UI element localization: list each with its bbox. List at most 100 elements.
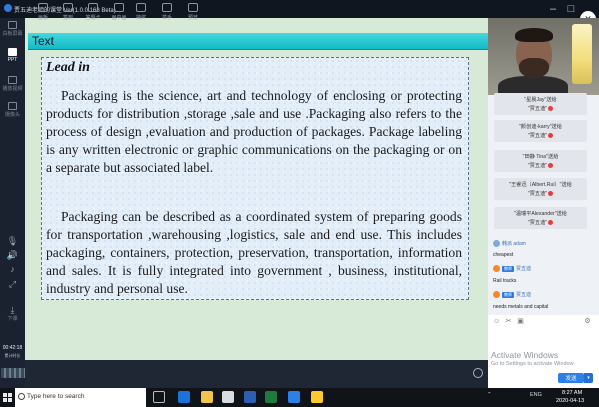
calendar-icon (63, 3, 73, 12)
check-in-label: 签到 (62, 15, 73, 21)
whiteboard-label: 白板屏幕 (2, 31, 23, 37)
heart-icon (548, 191, 554, 197)
maximize-button[interactable]: □ (563, 1, 579, 17)
excel-icon[interactable] (265, 391, 277, 403)
gift-icon (136, 3, 146, 12)
toolbar-preview[interactable]: 预览 (180, 3, 206, 21)
taskbar-search-input[interactable]: Type here to search (15, 388, 146, 407)
qq-icon[interactable] (311, 391, 323, 403)
heart-icon (548, 163, 554, 169)
play-video-icon (8, 76, 17, 84)
send-options-chevron-icon[interactable]: ▾ (584, 373, 593, 383)
drawing-board-label: 画板 (37, 15, 48, 21)
gift-recipient: "贾五迪" (527, 191, 548, 197)
teacher-badge: 教师 (502, 265, 514, 272)
heart-icon (548, 133, 554, 139)
volume-tool[interactable]: 🔊 (0, 250, 25, 260)
answer-card-label: 答题卡 (85, 15, 101, 21)
mail-icon[interactable] (244, 391, 256, 403)
raise-hand-label: 举手 (161, 15, 172, 21)
chat-message-text: Rail tracks (493, 278, 517, 284)
toolbar-drawing-board[interactable]: 画板 (30, 3, 56, 21)
lottery-label: 抽奖 (135, 15, 146, 21)
taskbar-clock-time[interactable]: 8:27 AM (562, 390, 582, 396)
avatar (493, 265, 500, 273)
gift-recipient: "贾五迪" (527, 220, 548, 226)
slide-paragraph-1: Packaging is the science, art and techno… (46, 88, 462, 176)
gift-notice: "王睿迅（Albert.Rui）"送给 "贾五迪" (494, 178, 587, 200)
avatar (493, 291, 500, 299)
music-tool[interactable]: ♪ (0, 264, 25, 274)
avatar (493, 240, 500, 248)
emoji-icon[interactable]: ☺ (493, 318, 500, 325)
pip-label: 画中画 (111, 15, 127, 21)
gift-notice: "温瑞平Alexander"送给 "贾五迪" (494, 207, 587, 229)
chat-message-text: cheapest (493, 252, 514, 258)
palette-icon (38, 3, 48, 12)
search-icon (18, 393, 25, 400)
toolbar-raise-hand[interactable]: 举手 (154, 3, 180, 21)
camera-tool[interactable]: 摄像头 (0, 102, 25, 118)
heart-icon (548, 220, 554, 226)
video-tool[interactable]: 播放视频 (0, 76, 25, 92)
bottom-toolbar (25, 360, 488, 388)
slide-lead-heading: Lead in (46, 60, 90, 75)
windows-start-icon[interactable] (3, 393, 12, 402)
app-window: 贾五迪老师的课堂 Ver(1.0.0.168 Beta) – □ ✕ 白板屏幕 … (0, 0, 599, 407)
timer-caption: 累计时长 (4, 353, 21, 358)
gift-sender: "温瑞平Alexander"送给 (514, 211, 567, 217)
gift-sender: "颜创迪-karry"送给 (519, 124, 562, 130)
video-person-hair (515, 28, 553, 42)
video-lamp (572, 24, 592, 84)
power-icon[interactable] (473, 368, 483, 378)
ppt-tool[interactable]: PPT (0, 48, 25, 63)
end-class-label: 下课 (7, 316, 18, 322)
gift-sender: "田静 Tina"送给 (522, 154, 559, 160)
chat-message-text: needs metals and capital (493, 304, 549, 310)
whiteboard-icon (8, 21, 17, 29)
teacher-video-feed[interactable] (488, 18, 599, 95)
camera-label: 摄像头 (4, 112, 20, 118)
slide-header-divider (28, 49, 488, 50)
video-label: 播放视频 (2, 86, 23, 92)
gift-notice: "田静 Tina"送给 "贾五迪" (494, 150, 587, 172)
preview-label: 预览 (187, 15, 198, 21)
answer-card-icon (88, 3, 98, 12)
taskbar-clock-date[interactable]: 2020-04-13 (556, 398, 584, 404)
fullscreen-tool[interactable]: ⤢ (0, 279, 25, 289)
thumbnail-strip[interactable] (1, 368, 25, 378)
whiteboard-tool[interactable]: 白板屏幕 (0, 21, 25, 37)
chat-message-header: 教师 贾五迪 (493, 291, 531, 299)
classroom-app-icon[interactable] (288, 391, 300, 403)
file-explorer-icon[interactable] (201, 391, 213, 403)
toolbar-check-in[interactable]: 签到 (55, 3, 81, 21)
download-icon: ⤓ (10, 305, 15, 315)
toolbar-lottery[interactable]: 抽奖 (128, 3, 154, 21)
scissors-icon[interactable]: ✂ (505, 318, 512, 325)
mic-icon: 🎙 (6, 236, 19, 246)
hand-icon (162, 3, 172, 12)
tray-language[interactable]: ENG (530, 392, 542, 398)
teacher-badge: 教师 (502, 291, 514, 298)
image-icon[interactable]: ▣ (517, 318, 524, 325)
heart-icon (548, 106, 554, 112)
task-view-icon[interactable] (153, 391, 165, 403)
gift-sender: "王睿迅（Albert.Rui）"送给 (509, 182, 572, 188)
mic-tool[interactable]: 🎙 (0, 236, 25, 246)
send-button[interactable]: 发送 (558, 373, 584, 383)
end-class-tool[interactable]: ⤓ 下课 (0, 305, 25, 322)
minimize-button[interactable]: – (545, 1, 561, 17)
settings-gear-icon[interactable]: ⚙ (584, 318, 591, 325)
preview-icon (188, 3, 198, 12)
gift-recipient: "贾五迪" (527, 133, 548, 139)
toolbar-answer-card[interactable]: 答题卡 (80, 3, 106, 21)
music-icon: ♪ (10, 264, 15, 274)
chat-message-header: 教师 贾五迪 (493, 265, 531, 273)
tray-people-icon[interactable]: ⌃ (487, 392, 492, 398)
ppt-icon (8, 48, 17, 56)
chat-message-header: 韩派 adam (493, 240, 526, 248)
store-icon[interactable] (222, 391, 234, 403)
ppt-label: PPT (7, 57, 18, 63)
edge-browser-icon[interactable] (178, 391, 190, 403)
video-person-beard (519, 58, 549, 78)
